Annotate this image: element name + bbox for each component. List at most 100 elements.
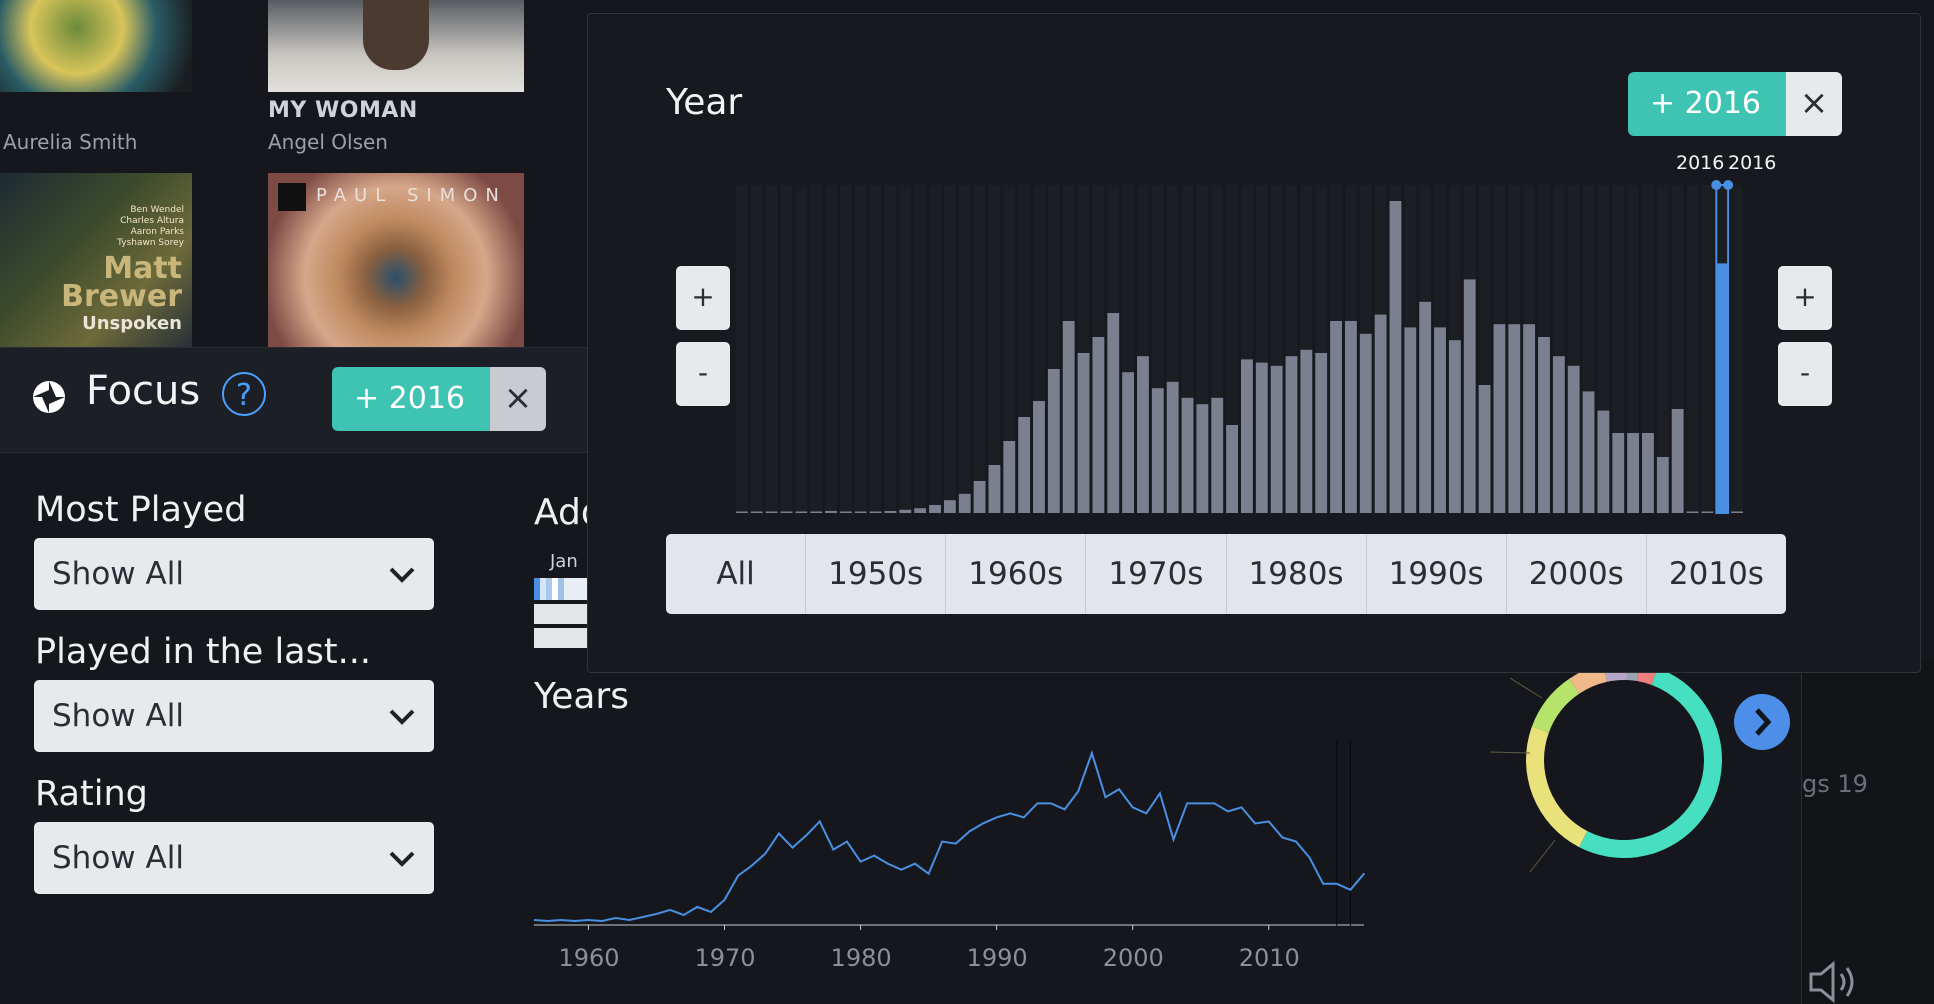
year-bar[interactable] [1285,356,1298,513]
year-bar[interactable] [1389,201,1402,513]
year-bar[interactable] [1062,321,1075,513]
year-bar[interactable] [1463,279,1476,513]
year-bar[interactable] [1731,511,1743,514]
album-cover[interactable]: PAUL SIMON [268,173,524,347]
year-bar[interactable] [1671,409,1684,513]
year-bar[interactable] [973,481,986,513]
year-bar[interactable] [1627,433,1640,513]
year-bar[interactable] [1642,433,1654,513]
year-bar[interactable] [1523,324,1536,513]
year-filter-chip[interactable]: + 2016 [1628,72,1786,136]
year-bar[interactable] [1255,362,1268,513]
year-bar[interactable] [1196,404,1209,513]
volume-icon[interactable] [1807,960,1867,1004]
year-bar[interactable] [869,511,882,514]
year-bar[interactable] [1434,327,1446,513]
year-bar[interactable] [1300,349,1313,513]
year-bar[interactable] [914,508,927,513]
year-bar[interactable] [1478,385,1491,513]
year-bar[interactable] [1077,353,1090,513]
year-bar[interactable] [1270,365,1283,513]
year-bar[interactable] [1597,410,1610,513]
decade-2010s[interactable]: 2010s [1647,534,1786,614]
year-bar[interactable] [1137,356,1149,513]
calendar-heatmap[interactable] [534,578,588,652]
year-bar[interactable] [1419,301,1432,513]
decade-2000s[interactable]: 2000s [1507,534,1647,614]
year-bar[interactable] [1493,324,1506,513]
year-bar[interactable] [795,511,808,514]
genre-donut-chart[interactable] [1460,650,1760,910]
year-bar[interactable] [1151,388,1164,513]
year-bar[interactable] [1018,417,1031,513]
year-bar[interactable] [1567,365,1580,513]
year-bar[interactable] [943,500,956,513]
year-bar[interactable] [929,505,941,513]
year-bar[interactable] [958,493,971,513]
played-last-select[interactable]: Show All [34,680,434,752]
album-artist[interactable]: Aurelia Smith [3,130,137,154]
year-bar[interactable] [1211,397,1224,513]
year-bar[interactable] [736,511,748,514]
next-button[interactable] [1734,694,1790,750]
year-filter-chip[interactable]: + 2016 [332,367,490,431]
year-bar[interactable] [1552,356,1565,513]
year-bar[interactable] [1226,425,1238,513]
donut-slice[interactable] [1579,667,1722,858]
zoom-in-right-button[interactable]: + [1778,266,1832,330]
year-bar[interactable] [1448,340,1461,513]
decade-1970s[interactable]: 1970s [1086,534,1227,614]
year-bar[interactable] [1374,314,1387,513]
year-bar[interactable] [1582,391,1595,513]
year-bar[interactable] [1538,337,1550,513]
year-bar[interactable] [1701,511,1714,514]
album-cover[interactable]: Ben Wendel Charles Altura Aaron Parks Ty… [0,173,192,347]
year-bar[interactable] [1181,397,1194,513]
year-bar[interactable] [899,509,912,513]
year-bar[interactable] [1122,372,1135,513]
year-histogram[interactable] [736,175,1746,515]
year-bar[interactable] [1359,333,1372,513]
decade-1950s[interactable]: 1950s [806,534,947,614]
year-bar[interactable] [1612,433,1625,513]
year-bar[interactable] [780,511,793,514]
zoom-out-right-button[interactable]: - [1778,342,1832,406]
remove-filter-button[interactable]: × [1786,72,1842,136]
year-bar[interactable] [1047,369,1060,513]
help-button[interactable]: ? [222,372,266,416]
decade-1990s[interactable]: 1990s [1367,534,1507,614]
year-bar[interactable] [1107,313,1120,513]
year-bar[interactable] [1344,321,1357,513]
year-bar[interactable] [750,511,763,514]
rating-select[interactable]: Show All [34,822,434,894]
year-bar[interactable] [1315,353,1328,513]
album-cover[interactable] [268,0,524,92]
year-bar[interactable] [1003,441,1016,513]
year-bar[interactable] [1508,324,1521,513]
album-cover[interactable] [0,0,192,92]
year-bar[interactable] [765,511,778,514]
range-handle-start[interactable] [1711,180,1722,190]
year-bar[interactable] [884,511,897,513]
decade-1980s[interactable]: 1980s [1227,534,1367,614]
year-bar[interactable] [839,511,852,514]
year-bar[interactable] [1092,337,1105,513]
year-bar[interactable] [1166,381,1179,513]
album-title[interactable]: MY WOMAN [268,98,418,123]
range-handle-end[interactable] [1723,180,1734,190]
decade-1960s[interactable]: 1960s [946,534,1087,614]
year-bar[interactable] [1241,359,1253,513]
year-bar[interactable] [810,511,823,514]
year-bar[interactable] [1033,401,1045,513]
year-bar[interactable] [988,465,1001,513]
year-bar[interactable] [1656,457,1669,513]
zoom-in-left-button[interactable]: + [676,266,730,330]
year-bar[interactable] [825,511,837,513]
year-bar[interactable] [1686,511,1699,514]
year-bar[interactable] [1404,327,1417,513]
year-bar[interactable] [854,511,867,514]
most-played-select[interactable]: Show All [34,538,434,610]
donut-slice[interactable] [1526,726,1588,848]
album-artist[interactable]: Angel Olsen [268,130,388,154]
decade-all[interactable]: All [666,534,807,614]
